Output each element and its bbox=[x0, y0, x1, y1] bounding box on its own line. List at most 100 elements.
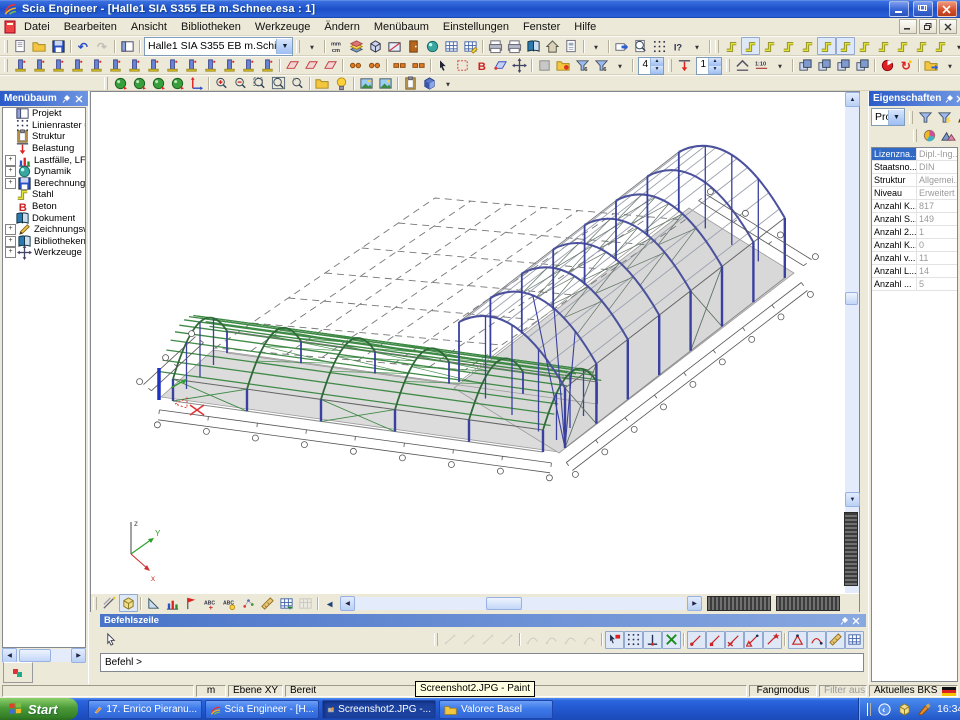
model-viewport[interactable]: zYx ▲ ▼ ABC+ABC+◀ ◀ ▶ bbox=[90, 91, 860, 612]
pair-1-icon[interactable] bbox=[390, 57, 409, 75]
pillar-7-icon[interactable] bbox=[125, 57, 144, 75]
volume-red-icon[interactable] bbox=[895, 700, 914, 718]
menu-ansicht[interactable]: Ansicht bbox=[124, 20, 174, 34]
pillar-12-icon[interactable] bbox=[220, 57, 239, 75]
expand-icon[interactable]: + bbox=[5, 247, 16, 258]
pin-icon[interactable] bbox=[838, 615, 850, 626]
task-button-folder[interactable]: Valorec Basel bbox=[439, 700, 553, 719]
pointer-icon[interactable] bbox=[102, 631, 121, 649]
disc-red-icon[interactable] bbox=[878, 57, 897, 75]
scroll-thumb[interactable] bbox=[486, 597, 522, 610]
zoom-window-icon[interactable] bbox=[250, 74, 269, 92]
scroll-right-icon[interactable]: ▶ bbox=[687, 596, 702, 611]
scroll-thumb[interactable] bbox=[19, 649, 51, 662]
expand-icon[interactable]: + bbox=[5, 155, 16, 166]
axis-cross-icon[interactable] bbox=[187, 74, 206, 92]
task-button-acrobat[interactable]: 17. Enrico Pieranu... bbox=[88, 700, 202, 719]
scroll-left-icon[interactable]: ◀ bbox=[340, 596, 355, 611]
sphere-icon[interactable] bbox=[423, 37, 442, 55]
copy3d-3-icon[interactable] bbox=[834, 57, 853, 75]
view-4-icon[interactable] bbox=[168, 74, 187, 92]
tree-item-load[interactable]: Belastung bbox=[3, 143, 85, 155]
cross-move-icon[interactable] bbox=[510, 57, 529, 75]
menu-menbaum[interactable]: Menübaum bbox=[367, 20, 436, 34]
pillar-8-icon[interactable] bbox=[144, 57, 163, 75]
command-input[interactable]: Befehl > bbox=[100, 653, 864, 672]
caret-icon[interactable]: ▼ bbox=[611, 57, 630, 75]
angle-icon[interactable] bbox=[144, 594, 163, 612]
book-icon[interactable] bbox=[524, 37, 543, 55]
layers-icon[interactable] bbox=[347, 37, 366, 55]
combobox-arrow-icon[interactable]: ▼ bbox=[888, 110, 904, 125]
caret-icon[interactable]: ▼ bbox=[941, 57, 960, 75]
scroll-up-icon[interactable]: ▲ bbox=[845, 92, 860, 107]
menu-fenster[interactable]: Fenster bbox=[516, 20, 567, 34]
snap-off-icon[interactable] bbox=[662, 631, 681, 649]
scroll-right-icon[interactable]: ▶ bbox=[71, 648, 86, 663]
pillar-2-icon[interactable] bbox=[30, 57, 49, 75]
menu-hilfe[interactable]: Hilfe bbox=[567, 20, 603, 34]
print-icon[interactable] bbox=[486, 37, 505, 55]
tree-horizontal-scrollbar[interactable]: ◀ ▶ bbox=[2, 649, 86, 662]
caret-icon[interactable]: ▼ bbox=[688, 37, 707, 55]
filter-b-icon[interactable]: 6 bbox=[592, 57, 611, 75]
line-d-icon[interactable] bbox=[498, 631, 517, 649]
folder-red-icon[interactable] bbox=[554, 57, 573, 75]
close-button[interactable] bbox=[937, 1, 957, 17]
vert-d-icon[interactable] bbox=[580, 631, 599, 649]
view-2-icon[interactable] bbox=[130, 74, 149, 92]
table-grid-icon[interactable] bbox=[442, 37, 461, 55]
profile-7-icon[interactable] bbox=[836, 37, 855, 55]
project-combobox[interactable]: Halle1 SIA S355 EB m.Schi ▼ bbox=[144, 37, 293, 56]
caret-icon[interactable]: ▼ bbox=[587, 37, 606, 55]
pair-2-icon[interactable] bbox=[409, 57, 428, 75]
tree-item-libraries[interactable]: +Bibliotheken bbox=[3, 236, 85, 248]
property-row[interactable]: Anzahl K...817 bbox=[872, 200, 957, 213]
status-ucs[interactable]: Aktuelles BKS bbox=[869, 685, 958, 697]
snap-7-icon[interactable] bbox=[807, 631, 826, 649]
property-row[interactable]: StrukturAllgemei... bbox=[872, 174, 957, 187]
docked-toolbar-handle[interactable] bbox=[776, 596, 840, 611]
profile-10-icon[interactable] bbox=[893, 37, 912, 55]
snap-4-icon[interactable] bbox=[744, 631, 763, 649]
spinner-up-icon[interactable]: ▲ bbox=[709, 58, 721, 66]
tree-item-tools[interactable]: +Werkzeuge bbox=[3, 247, 85, 259]
open-folder-icon[interactable] bbox=[30, 37, 49, 55]
layer-gray-icon[interactable] bbox=[535, 57, 554, 75]
undo-icon[interactable]: ↶ bbox=[74, 37, 93, 55]
scroll-thumb[interactable] bbox=[845, 292, 858, 305]
loadcase-spinner[interactable]: 1 ▲▼ bbox=[696, 57, 722, 75]
properties-filter-combobox[interactable]: Pro ▼ bbox=[871, 108, 905, 126]
profile-3-icon[interactable] bbox=[760, 37, 779, 55]
units-mmcm-icon[interactable]: mmcm bbox=[328, 37, 347, 55]
select-arrow-icon[interactable] bbox=[434, 57, 453, 75]
clipboard-icon[interactable] bbox=[401, 74, 420, 92]
status-snap-mode[interactable]: Fangmodus bbox=[749, 685, 817, 697]
perp-snap-icon[interactable] bbox=[643, 631, 662, 649]
view-3d-icon[interactable] bbox=[366, 37, 385, 55]
vert-a-icon[interactable] bbox=[523, 631, 542, 649]
folder-open-icon[interactable] bbox=[313, 74, 332, 92]
pillar-3-icon[interactable] bbox=[49, 57, 68, 75]
zoom-all-icon[interactable] bbox=[269, 74, 288, 92]
dot-grid-snap-icon[interactable] bbox=[624, 631, 643, 649]
volume-icon[interactable] bbox=[119, 594, 138, 612]
pillar-14-icon[interactable] bbox=[258, 57, 277, 75]
mountain-icon[interactable] bbox=[939, 127, 958, 145]
plate-red-1-icon[interactable] bbox=[283, 57, 302, 75]
expand-icon[interactable]: + bbox=[5, 166, 16, 177]
new-document-icon[interactable] bbox=[11, 37, 30, 55]
profile-8-icon[interactable] bbox=[855, 37, 874, 55]
tree-item-drawing[interactable]: +Zeichnungswer bbox=[3, 224, 85, 236]
ruler-snap-icon[interactable] bbox=[826, 631, 845, 649]
profile-9-icon[interactable] bbox=[874, 37, 893, 55]
select-box-icon[interactable] bbox=[453, 57, 472, 75]
caret-icon[interactable]: ▼ bbox=[950, 37, 960, 55]
property-row[interactable]: Anzahl L...14 bbox=[872, 265, 957, 278]
mdi-minimize-button[interactable] bbox=[899, 19, 917, 34]
project-combobox-arrow-icon[interactable]: ▼ bbox=[276, 39, 292, 54]
snap-6-icon[interactable] bbox=[788, 631, 807, 649]
line-c-icon[interactable] bbox=[479, 631, 498, 649]
copy3d-2-icon[interactable] bbox=[815, 57, 834, 75]
model-canvas[interactable]: zYx bbox=[91, 92, 845, 593]
